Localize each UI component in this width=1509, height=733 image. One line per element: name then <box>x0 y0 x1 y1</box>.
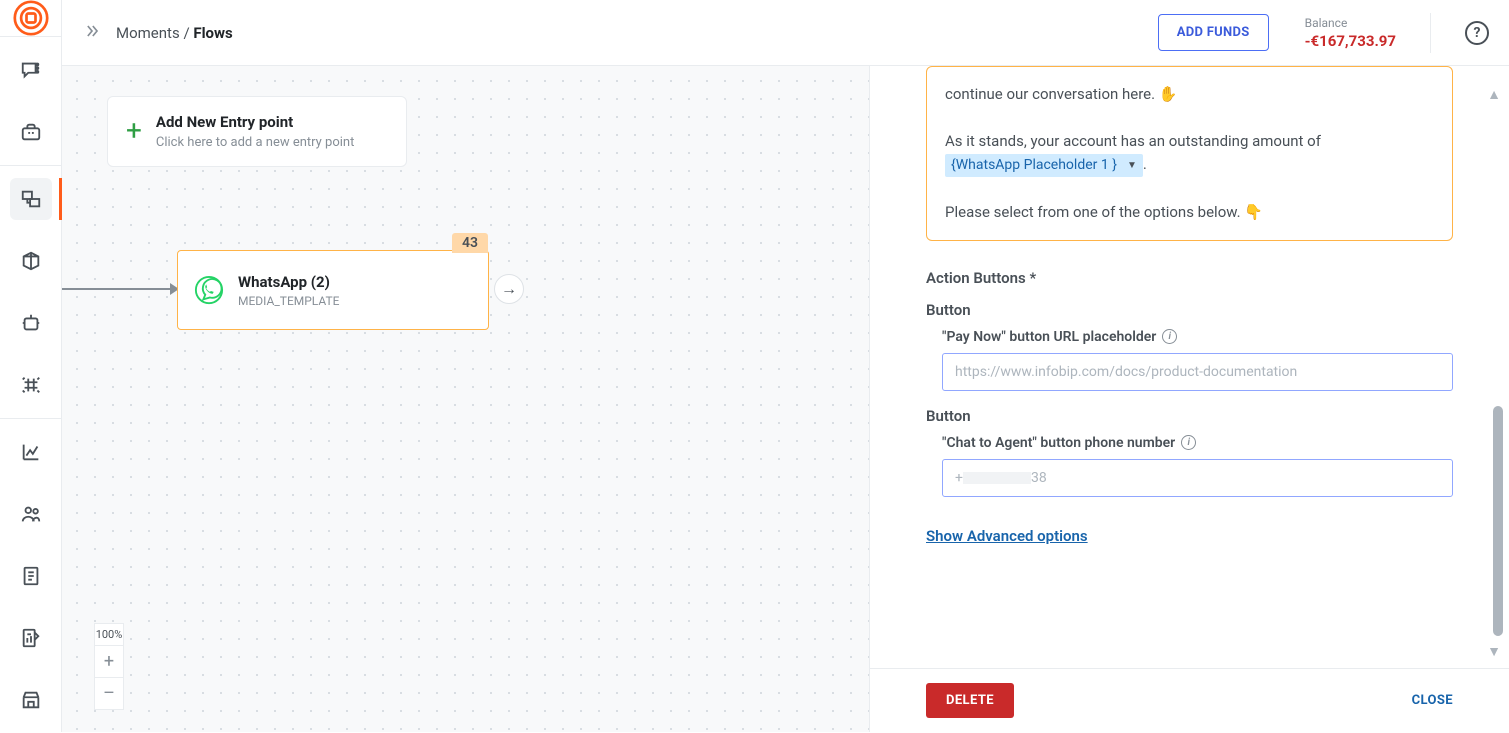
nav-analytics-icon[interactable] <box>10 431 52 473</box>
nav-doc-icon[interactable] <box>10 555 52 597</box>
button-heading-2: Button <box>926 407 1453 425</box>
pay-now-url-input[interactable] <box>942 353 1453 391</box>
zoom-percent: 100% <box>96 624 123 645</box>
flow-canvas[interactable]: + Add New Entry point Click here to add … <box>62 66 869 732</box>
add-funds-button[interactable]: ADD FUNDS <box>1158 14 1269 51</box>
zoom-in-button[interactable]: + <box>95 645 123 677</box>
scroll-up-icon[interactable]: ▲ <box>1487 86 1501 103</box>
whatsapp-node-title: WhatsApp (2) <box>238 273 339 291</box>
breadcrumb: Moments / Flows <box>116 24 233 42</box>
message-line-2: As it stands, your account has an outsta… <box>945 130 1434 178</box>
node-config-panel: ▲ ▼ continue our conversation here. ✋ As… <box>869 66 1509 732</box>
whatsapp-node-badge: 43 <box>452 233 488 253</box>
redacted-text <box>963 472 1031 484</box>
collapse-sidebar-icon[interactable] <box>82 21 102 45</box>
nav-people-icon[interactable] <box>10 493 52 535</box>
edge-line <box>62 288 177 290</box>
nav-report-icon[interactable] <box>10 617 52 659</box>
show-advanced-options-link[interactable]: Show Advanced options <box>926 527 1088 545</box>
scroll-down-icon[interactable]: ▼ <box>1487 643 1501 660</box>
close-button[interactable]: CLOSE <box>1412 693 1453 708</box>
balance-amount: -€167,733.97 <box>1305 32 1396 50</box>
zoom-control: 100% + – <box>94 623 124 710</box>
action-buttons-heading: Action Buttons * <box>926 269 1453 287</box>
help-icon[interactable]: ? <box>1465 21 1489 45</box>
button-heading-1: Button <box>926 301 1453 319</box>
scrollbar-thumb[interactable] <box>1493 406 1503 636</box>
message-line-truncated: continue our conversation here. ✋ <box>945 83 1434 106</box>
nav-briefcase-icon[interactable] <box>10 111 52 153</box>
message-preview-box: continue our conversation here. ✋ As it … <box>926 66 1453 241</box>
nav-store-icon[interactable] <box>10 679 52 721</box>
balance-display: Balance -€167,733.97 <box>1305 16 1396 50</box>
breadcrumb-current: Flows <box>193 24 232 42</box>
entry-subtitle: Click here to add a new entry point <box>156 135 354 150</box>
info-icon[interactable]: i <box>1181 435 1196 450</box>
nav-chat-icon[interactable] <box>10 49 52 91</box>
node-output-handle[interactable]: → <box>494 274 524 304</box>
add-entry-point-card[interactable]: + Add New Entry point Click here to add … <box>107 96 407 167</box>
brand-logo[interactable] <box>0 0 62 36</box>
whatsapp-node-subtitle: MEDIA_TEMPLATE <box>238 294 339 308</box>
whatsapp-icon <box>194 275 224 305</box>
chat-agent-phone-input[interactable]: +38 <box>942 459 1453 497</box>
nav-flows-icon[interactable] <box>10 178 52 220</box>
delete-button[interactable]: DELETE <box>926 683 1014 718</box>
pay-now-label: "Pay Now" button URL placeholder i <box>942 329 1453 345</box>
left-nav-rail <box>0 0 62 732</box>
placeholder-token[interactable]: {WhatsApp Placeholder 1 }▼ <box>945 154 1143 178</box>
chevron-down-icon: ▼ <box>1127 158 1137 174</box>
topbar: Moments / Flows ADD FUNDS Balance -€167,… <box>62 0 1509 66</box>
info-icon[interactable]: i <box>1162 329 1177 344</box>
panel-footer: DELETE CLOSE <box>870 668 1509 732</box>
nav-bot-icon[interactable] <box>10 302 52 344</box>
nav-hash-icon[interactable] <box>10 364 52 406</box>
balance-label: Balance <box>1305 16 1396 30</box>
entry-title: Add New Entry point <box>156 113 354 131</box>
plus-icon: + <box>126 117 142 145</box>
chat-agent-label: "Chat to Agent" button phone number i <box>942 435 1453 451</box>
zoom-out-button[interactable]: – <box>95 677 123 709</box>
message-line-3: Please select from one of the options be… <box>945 201 1434 224</box>
breadcrumb-parent[interactable]: Moments <box>116 24 180 42</box>
whatsapp-node[interactable]: 43 WhatsApp (2) MEDIA_TEMPLATE <box>177 250 489 330</box>
nav-package-icon[interactable] <box>10 240 52 282</box>
